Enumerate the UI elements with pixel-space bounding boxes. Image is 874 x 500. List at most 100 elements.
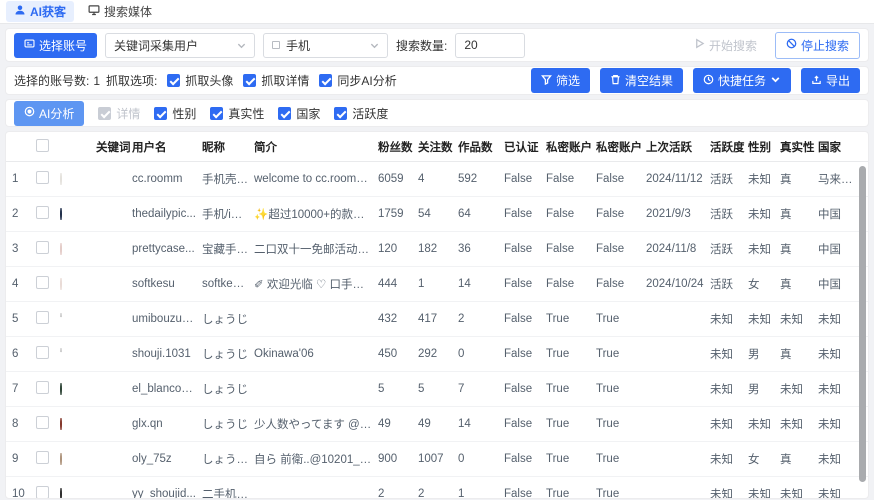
quick-task-button[interactable]: 快捷任务 — [692, 68, 791, 93]
table-row: 5 umibouzuo... しょうじ 432 417 2 False True True 未知未… — [6, 302, 868, 337]
cell-followers: 6059 — [378, 173, 404, 185]
row-checkbox[interactable] — [36, 416, 49, 429]
select-account-label: 选择账号 — [39, 38, 88, 53]
cell-avatar — [60, 348, 96, 360]
checkbox-authenticity[interactable]: 真实性 — [210, 105, 264, 122]
checkbox-icon — [243, 74, 257, 87]
cell-gender: 未知 — [748, 244, 771, 256]
header-cell-private2: 私密账户 — [596, 141, 642, 154]
search-count-input[interactable] — [455, 32, 526, 58]
table-row: 10 yy_shoujid... 二手机店铺 2 2 1 False True True 未知 未知… — [6, 477, 868, 499]
checkbox-grab-detail[interactable]: 抓取详情 — [243, 72, 309, 89]
vertical-scrollbar[interactable] — [859, 166, 866, 482]
cell-check — [36, 486, 60, 498]
cell-verified: False — [504, 173, 533, 185]
checkbox-gender[interactable]: 性别 — [154, 105, 196, 122]
cell-gender: 女 — [748, 454, 760, 466]
cell-idx: 1 — [12, 173, 19, 185]
checkbox-country[interactable]: 国家 — [278, 105, 320, 122]
row-checkbox[interactable] — [36, 241, 49, 254]
cell-idx: 8 — [12, 418, 19, 430]
table-row: 6 shouji.1031 しょうじ Okinawa'06 450 292 0 False Tr… — [6, 337, 868, 372]
play-icon — [694, 38, 705, 52]
start-search-button[interactable]: 开始搜索 — [684, 33, 767, 58]
collect-mode-select[interactable]: 关键词采集用户 — [105, 32, 256, 58]
cell-real: 未知 — [780, 419, 803, 431]
header-cell-following: 关注数 — [418, 141, 453, 154]
cell-gender: 未知 — [748, 209, 771, 221]
row-checkbox[interactable] — [36, 486, 49, 498]
cell-works: 36 — [458, 243, 471, 255]
id-card-icon — [24, 38, 35, 52]
cell-real: 真 — [780, 349, 792, 361]
cell-bio: Okinawa'06 — [254, 348, 314, 360]
cell-private2: True — [596, 418, 620, 430]
start-search-label: 开始搜索 — [708, 38, 757, 53]
cell-activity: 活跃 — [710, 174, 733, 186]
cell-avatar — [60, 383, 96, 395]
cell-gender: 男 — [748, 349, 760, 361]
cell-activity: 未知 — [710, 314, 733, 326]
row-checkbox[interactable] — [36, 206, 49, 219]
keyword-select[interactable]: 手机 — [263, 32, 389, 58]
cell-activity: 未知 — [710, 419, 733, 431]
cell-check — [36, 346, 60, 362]
collect-mode-value: 关键词采集用户 — [114, 38, 199, 53]
cell-nickname: softkesu |... — [202, 278, 254, 290]
row-checkbox[interactable] — [36, 451, 49, 464]
export-button[interactable]: 导出 — [800, 68, 860, 93]
cell-avatar — [60, 418, 96, 430]
cell-check — [36, 416, 60, 432]
cell-followers: 900 — [378, 453, 398, 465]
row-checkbox[interactable] — [36, 346, 49, 359]
filter-button[interactable]: 筛选 — [530, 68, 590, 93]
cell-private1: False — [546, 208, 575, 220]
cell-real: 未知 — [780, 489, 803, 499]
avatar — [60, 173, 62, 185]
tab-ai-acquisition[interactable]: AI获客 — [6, 1, 75, 22]
cell-last_active: 2024/11/8 — [646, 243, 697, 255]
cell-followers: 444 — [378, 278, 398, 290]
cell-check — [36, 451, 60, 467]
select-all-checkbox[interactable] — [36, 138, 49, 152]
row-checkbox[interactable] — [36, 381, 49, 394]
checkbox-grab-avatar[interactable]: 抓取头像 — [167, 72, 233, 89]
cell-private1: True — [546, 313, 570, 325]
cell-following: 1 — [418, 278, 425, 290]
cell-private1: False — [546, 173, 575, 185]
stop-search-button[interactable]: 停止搜索 — [774, 31, 860, 59]
row-checkbox[interactable] — [36, 171, 49, 184]
cell-private2: True — [596, 348, 620, 360]
checkbox-sync-ai[interactable]: 同步AI分析 — [319, 72, 397, 89]
checkbox-activity[interactable]: 活跃度 — [334, 105, 388, 122]
cell-username: glx.qn — [132, 418, 163, 430]
cell-private1: False — [546, 243, 575, 255]
cell-following: 54 — [418, 208, 431, 220]
cell-verified: False — [504, 348, 533, 360]
select-account-button[interactable]: 选择账号 — [14, 32, 98, 58]
cell-real: 真 — [780, 244, 792, 256]
cell-idx: 5 — [12, 313, 19, 325]
cell-username: shouji.1031 — [132, 348, 191, 360]
cell-following: 4 — [418, 173, 425, 185]
table-body: 1 cc.roomm 手机壳专卖...welcome to cc.roomm . W… — [6, 162, 868, 499]
row-checkbox[interactable] — [36, 276, 49, 289]
cell-nickname: しょうじ — [202, 419, 248, 431]
cell-followers: 49 — [378, 418, 391, 430]
checkbox-icon — [167, 74, 181, 87]
checkbox-icon — [98, 106, 112, 120]
cell-last_active: 2021/9/3 — [646, 208, 691, 220]
cell-nickname: しょうじ — [202, 314, 248, 326]
tab-label: AI获客 — [30, 5, 67, 19]
cell-private1: False — [546, 278, 575, 290]
cell-following: 2 — [418, 488, 425, 499]
cell-check — [36, 311, 60, 327]
ai-analysis-button[interactable]: AI分析 — [14, 100, 85, 126]
tab-search-media[interactable]: 搜索媒体 — [80, 1, 160, 22]
clear-results-button[interactable]: 清空结果 — [599, 68, 683, 93]
cell-avatar — [60, 453, 96, 465]
row-checkbox[interactable] — [36, 311, 49, 324]
cell-gender: 未知 — [748, 314, 771, 326]
cell-verified: False — [504, 278, 533, 290]
header-cell-followers: 粉丝数 — [378, 141, 413, 154]
